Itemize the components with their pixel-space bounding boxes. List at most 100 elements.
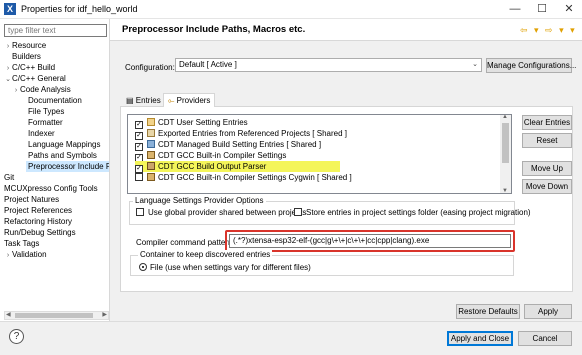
- app-icon: X: [4, 3, 16, 15]
- tree-item-label: Resource: [12, 41, 47, 50]
- scroll-down-icon[interactable]: ▼: [502, 188, 508, 194]
- list-item[interactable]: CDT GCC Built-in Compiler Settings Cygwi…: [135, 172, 352, 183]
- expand-icon[interactable]: ›: [4, 250, 12, 261]
- scroll-up-icon[interactable]: ▲: [502, 114, 508, 120]
- entries-icon: ▤: [126, 96, 134, 105]
- provider-label: Exported Entries from Referenced Project…: [158, 129, 347, 138]
- container-title: Container to keep discovered entries: [138, 250, 273, 259]
- tree-item-preprocessor-include[interactable]: Preprocessor Include Pat: [26, 161, 109, 172]
- checkbox[interactable]: [135, 173, 143, 181]
- list-item[interactable]: ✓ Exported Entries from Referenced Projec…: [135, 128, 347, 140]
- expand-icon[interactable]: ›: [4, 41, 12, 52]
- tree-item-label: Documentation: [28, 96, 82, 105]
- use-global-checkbox[interactable]: Use global provider shared between proje…: [136, 208, 306, 217]
- tree-item-file-types[interactable]: File Types: [28, 106, 64, 117]
- tab-providers[interactable]: ⟜ Providers: [163, 93, 216, 107]
- filter-input[interactable]: type filter text: [4, 24, 107, 37]
- manage-configurations-button[interactable]: Manage Configurations...: [486, 58, 576, 73]
- tree-item-label: Task Tags: [4, 239, 40, 248]
- chevron-down-icon: ⌄: [472, 61, 478, 68]
- tree-item-label: File Types: [28, 107, 65, 116]
- tree-item-indexer[interactable]: Indexer: [28, 128, 55, 139]
- navigation-arrows-icon[interactable]: ⇦ ▾ ⇨ ▾ ▾: [520, 25, 577, 36]
- scroll-right-icon[interactable]: ▶: [102, 311, 107, 318]
- tree-item-label: Code Analysis: [20, 85, 71, 94]
- tree-item-label: Preprocessor Include Pat: [28, 162, 109, 171]
- tree-item-label: Builders: [12, 52, 41, 61]
- expand-icon[interactable]: ›: [12, 85, 20, 96]
- provider-label: CDT User Setting Entries: [158, 118, 248, 127]
- tree-item-label: Indexer: [28, 129, 55, 138]
- maximize-button[interactable]: ☐: [529, 1, 555, 18]
- tree-item-git[interactable]: Git: [4, 172, 14, 183]
- use-global-label: Use global provider shared between proje…: [148, 208, 307, 217]
- close-button[interactable]: ✕: [556, 1, 582, 18]
- tree-item-cpp-general[interactable]: ⌄C/C++ General: [4, 73, 66, 84]
- page-title: Preprocessor Include Paths, Macros etc.: [122, 24, 306, 35]
- window-title: Properties for idf_hello_world: [21, 4, 138, 14]
- configuration-select[interactable]: Default [ Active ] ⌄: [175, 58, 482, 72]
- list-item[interactable]: ✓ CDT User Setting Entries: [135, 117, 248, 129]
- store-entries-checkbox[interactable]: Store entries in project settings folder…: [294, 208, 531, 217]
- tree-item-task-tags[interactable]: Task Tags: [4, 238, 39, 249]
- list-item-selected[interactable]: ✓ CDT GCC Build Output Parser: [135, 161, 340, 173]
- tree-item-project-references[interactable]: Project References: [4, 205, 72, 216]
- help-icon[interactable]: ?: [9, 329, 24, 344]
- cancel-button[interactable]: Cancel: [518, 331, 572, 346]
- move-up-button[interactable]: Move Up: [522, 161, 572, 176]
- tree-item-paths-and-symbols[interactable]: Paths and Symbols: [28, 150, 97, 161]
- list-item[interactable]: ✓ CDT GCC Built-in Compiler Settings: [135, 150, 286, 162]
- provider-options-title: Language Settings Provider Options: [133, 196, 266, 205]
- annotation-outline: [225, 230, 515, 252]
- tree-item-builders[interactable]: Builders: [12, 51, 41, 62]
- tree-item-label: Paths and Symbols: [28, 151, 97, 160]
- tree-item-label: Project Natures: [4, 195, 60, 204]
- collapse-icon[interactable]: ⌄: [4, 74, 12, 85]
- scroll-left-icon[interactable]: ◀: [6, 311, 11, 318]
- configuration-label: Configuration:: [125, 63, 175, 72]
- user-settings-icon: [147, 118, 155, 126]
- tree-item-cpp-build[interactable]: › C/C++ Build: [4, 62, 55, 73]
- tree-item-documentation[interactable]: Documentation: [28, 95, 82, 106]
- tree-item-run-debug[interactable]: Run/Debug Settings: [4, 227, 76, 238]
- exported-entries-icon: [147, 129, 155, 137]
- checkbox[interactable]: [294, 208, 302, 216]
- managed-build-icon: [147, 140, 155, 148]
- tree-item-language-mappings[interactable]: Language Mappings: [28, 139, 101, 150]
- minimize-button[interactable]: —: [502, 1, 528, 18]
- provider-label: CDT GCC Build Output Parser: [158, 162, 267, 171]
- scrollbar-thumb[interactable]: [502, 123, 509, 163]
- restore-defaults-button[interactable]: Restore Defaults: [456, 304, 520, 319]
- build-output-parser-icon: [147, 162, 155, 170]
- tree-item-label: C/C++ Build: [12, 63, 56, 72]
- tree-item-validation[interactable]: › Validation: [4, 249, 47, 260]
- list-item[interactable]: ✓ CDT Managed Build Setting Entries [ Sha…: [135, 139, 321, 151]
- move-down-button[interactable]: Move Down: [522, 179, 572, 194]
- provider-label: CDT GCC Built-in Compiler Settings Cygwi…: [158, 173, 352, 182]
- tab-label: Providers: [176, 96, 211, 105]
- providers-vertical-scrollbar[interactable]: ▲ ▼: [500, 114, 511, 194]
- radio-button[interactable]: [139, 263, 147, 271]
- compiler-settings-icon: [147, 173, 155, 181]
- checkbox[interactable]: [136, 208, 144, 216]
- tree-item-formatter[interactable]: Formatter: [28, 117, 63, 128]
- tree-item-label: Run/Debug Settings: [4, 228, 76, 237]
- tree-item-label: Formatter: [28, 118, 63, 127]
- tree-item-code-analysis[interactable]: › Code Analysis: [12, 84, 71, 95]
- tree-item-resource[interactable]: › Resource: [4, 40, 46, 51]
- apply-and-close-button[interactable]: Apply and Close: [447, 331, 513, 346]
- tree-item-mcuxpresso[interactable]: MCUXpresso Config Tools: [4, 183, 98, 194]
- file-radio[interactable]: File (use when settings vary for differe…: [139, 263, 311, 272]
- sidebar-horizontal-scrollbar[interactable]: ◀ ▶: [4, 311, 109, 320]
- scrollbar-thumb[interactable]: [15, 313, 93, 318]
- compiler-settings-icon: [147, 151, 155, 159]
- tree-item-refactoring-history[interactable]: Refactoring History: [4, 216, 72, 227]
- tree-item-project-natures[interactable]: Project Natures: [4, 194, 59, 205]
- tree-item-label: MCUXpresso Config Tools: [4, 184, 98, 193]
- apply-button[interactable]: Apply: [524, 304, 572, 319]
- configuration-value: Default [ Active ]: [179, 60, 237, 69]
- compiler-pattern-label: Compiler command pattern: [136, 238, 233, 247]
- clear-entries-button[interactable]: Clear Entries: [522, 115, 572, 130]
- reset-button[interactable]: Reset: [522, 133, 572, 148]
- tab-label: Entries: [135, 96, 161, 105]
